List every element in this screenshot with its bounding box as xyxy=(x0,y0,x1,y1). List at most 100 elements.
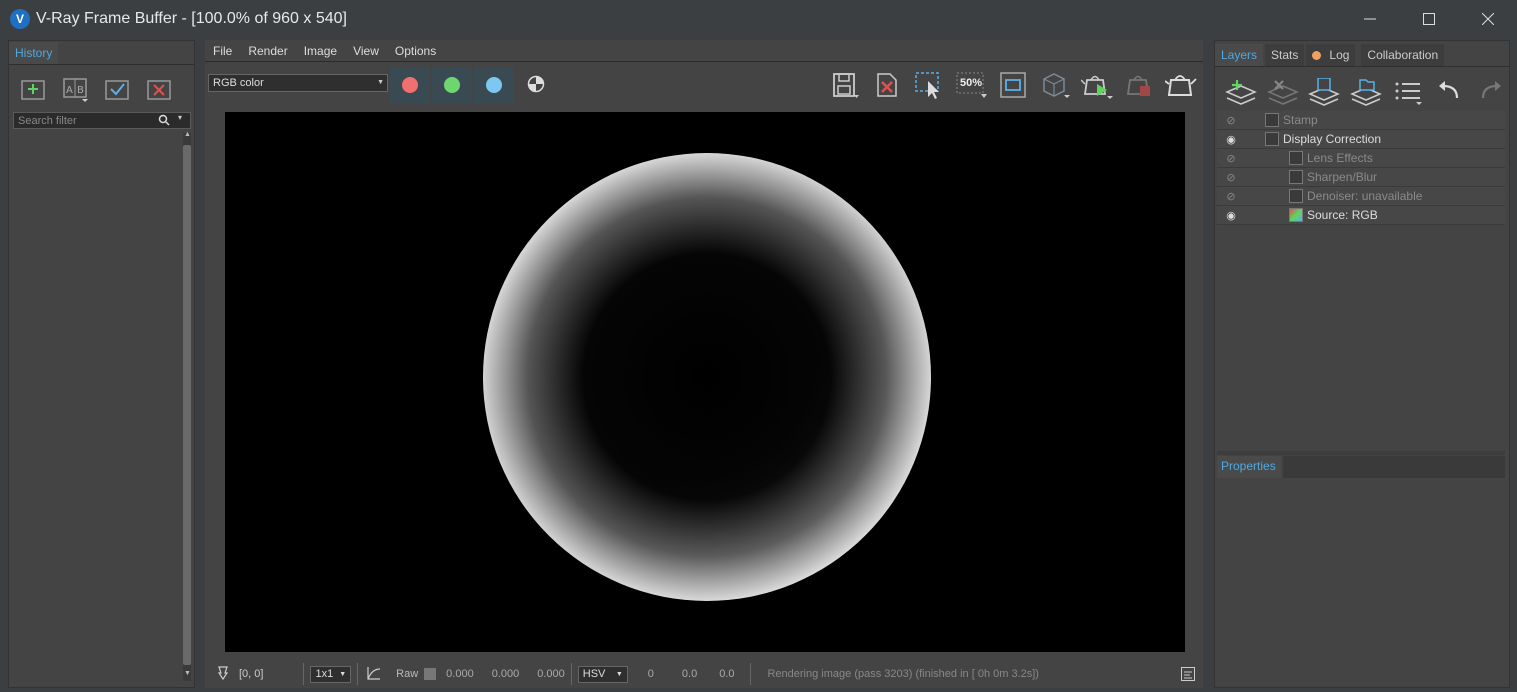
scroll-up-icon[interactable]: ▲ xyxy=(184,131,191,138)
fit-view-button[interactable] xyxy=(995,68,1031,102)
channel-select[interactable]: RGB color ▼ xyxy=(208,74,388,92)
pin-icon[interactable] xyxy=(215,665,231,684)
layer-denoiser[interactable]: ⊘ Denoiser: unavailable xyxy=(1217,187,1505,206)
log-indicator-icon xyxy=(1312,50,1322,60)
history-scroll-thumb[interactable] xyxy=(183,145,191,665)
menu-image[interactable]: Image xyxy=(296,44,345,58)
curve-icon[interactable] xyxy=(366,665,382,684)
search-icon[interactable] xyxy=(158,114,170,129)
log-panel-icon[interactable] xyxy=(1181,667,1195,684)
scroll-down-icon[interactable]: ▼ xyxy=(184,670,191,677)
rendered-sphere-image xyxy=(483,153,931,601)
history-panel: History AB ▾ ▲ ▼ xyxy=(8,40,195,688)
panel-splitter[interactable] xyxy=(1217,451,1505,455)
denoiser-icon xyxy=(1289,189,1303,203)
history-delete-icon[interactable] xyxy=(145,75,173,103)
zoom-50-button[interactable]: 50% xyxy=(953,68,989,102)
red-channel-button[interactable] xyxy=(390,67,430,103)
load-layers-icon xyxy=(1350,79,1382,106)
chevron-down-icon: ▼ xyxy=(339,670,347,678)
layer-list-button[interactable] xyxy=(1390,75,1426,109)
raw-label: Raw xyxy=(396,668,419,680)
render-panel: File Render Image View Options RGB color… xyxy=(205,40,1203,688)
alpha-mono-button[interactable] xyxy=(525,73,547,95)
delete-layer-button[interactable] xyxy=(1265,75,1301,109)
chevron-down-icon: ▼ xyxy=(615,670,623,678)
menu-options[interactable]: Options xyxy=(387,44,444,58)
sampling-dropdown[interactable]: 1x1 ▼ xyxy=(310,665,352,683)
eye-hidden-icon[interactable]: ⊘ xyxy=(1219,114,1243,127)
render-teapot-button[interactable] xyxy=(1163,68,1199,102)
ab-compare-icon[interactable]: AB xyxy=(61,75,89,103)
load-layers-button[interactable] xyxy=(1348,75,1384,109)
add-layer-button[interactable] xyxy=(1223,75,1259,109)
undo-button[interactable] xyxy=(1432,75,1468,109)
redo-button[interactable] xyxy=(1473,75,1509,109)
chevron-down-icon[interactable]: ▾ xyxy=(178,113,182,122)
close-button[interactable] xyxy=(1458,0,1517,38)
menu-render[interactable]: Render xyxy=(240,44,295,58)
stop-render-button[interactable] xyxy=(1121,68,1157,102)
eye-hidden-icon[interactable]: ⊘ xyxy=(1219,152,1243,165)
tab-log[interactable]: Log xyxy=(1306,44,1356,66)
delete-layer-icon xyxy=(1266,80,1299,105)
eye-icon[interactable]: ◉ xyxy=(1219,133,1243,146)
layer-name: Lens Effects xyxy=(1307,151,1373,165)
divider xyxy=(357,663,359,685)
layers-toolbar xyxy=(1215,67,1509,115)
region-render-button[interactable] xyxy=(911,68,947,102)
blue-channel-button[interactable] xyxy=(474,67,514,103)
layer-stamp[interactable]: ⊘ Stamp xyxy=(1217,111,1505,130)
clear-image-button[interactable] xyxy=(869,68,905,102)
properties-header: Properties xyxy=(1217,456,1505,478)
region-select-icon xyxy=(915,72,939,99)
minimize-icon xyxy=(1363,18,1376,20)
render-viewport[interactable] xyxy=(225,112,1185,652)
colorspace-dropdown[interactable]: HSV ▼ xyxy=(577,665,628,683)
color-swatch xyxy=(424,668,437,680)
maximize-button[interactable] xyxy=(1399,0,1458,38)
eye-hidden-icon[interactable]: ⊘ xyxy=(1219,190,1243,203)
history-add-icon[interactable] xyxy=(19,75,47,103)
history-scrollbar[interactable]: ▲ ▼ xyxy=(183,131,191,681)
tab-properties[interactable]: Properties xyxy=(1217,456,1281,478)
sampling-value: 1x1 xyxy=(315,668,334,680)
layer-name: Source: RGB xyxy=(1307,208,1378,222)
svg-text:A: A xyxy=(66,85,73,96)
maximize-icon xyxy=(1422,13,1435,25)
menu-file[interactable]: File xyxy=(205,44,240,58)
tab-stats[interactable]: Stats xyxy=(1265,44,1305,66)
menu-bar: File Render Image View Options xyxy=(205,40,1203,62)
layer-sharpen-blur[interactable]: ⊘ Sharpen/Blur xyxy=(1217,168,1505,187)
saturation-value: 0.0 xyxy=(681,668,698,680)
render-status-message: Rendering image (pass 3203) (finished in… xyxy=(767,668,1039,680)
teapot-render-icon xyxy=(1081,75,1113,99)
divider xyxy=(303,663,305,685)
teapot-icon xyxy=(1165,75,1197,96)
fit-view-icon xyxy=(1000,72,1026,98)
layer-lens-effects[interactable]: ⊘ Lens Effects xyxy=(1217,149,1505,168)
tab-collaboration[interactable]: Collaboration xyxy=(1361,44,1445,66)
tab-history[interactable]: History xyxy=(9,42,59,64)
svg-text:B: B xyxy=(77,85,84,96)
title-bar: V V-Ray Frame Buffer - [100.0% of 960 x … xyxy=(0,0,1517,38)
history-search-input[interactable] xyxy=(14,114,154,127)
save-layers-button[interactable] xyxy=(1306,75,1342,109)
minimize-button[interactable] xyxy=(1340,0,1399,38)
curve-layer-icon xyxy=(1265,132,1279,146)
menu-view[interactable]: View xyxy=(345,44,387,58)
save-layers-icon xyxy=(1308,78,1341,106)
start-render-button[interactable] xyxy=(1079,68,1115,102)
divider xyxy=(750,663,752,685)
save-image-button[interactable] xyxy=(827,68,863,102)
cube-cursor-icon xyxy=(1043,73,1070,98)
eye-hidden-icon[interactable]: ⊘ xyxy=(1219,171,1243,184)
eye-icon[interactable]: ◉ xyxy=(1219,209,1243,222)
layer-source-rgb[interactable]: ◉ Source: RGB xyxy=(1217,206,1505,225)
layer-display-correction[interactable]: ◉ Display Correction xyxy=(1217,130,1505,149)
track-mouse-button[interactable] xyxy=(1037,68,1073,102)
undo-icon xyxy=(1439,81,1459,99)
green-channel-button[interactable] xyxy=(432,67,472,103)
tab-layers[interactable]: Layers xyxy=(1215,44,1264,66)
history-check-icon[interactable] xyxy=(103,75,131,103)
